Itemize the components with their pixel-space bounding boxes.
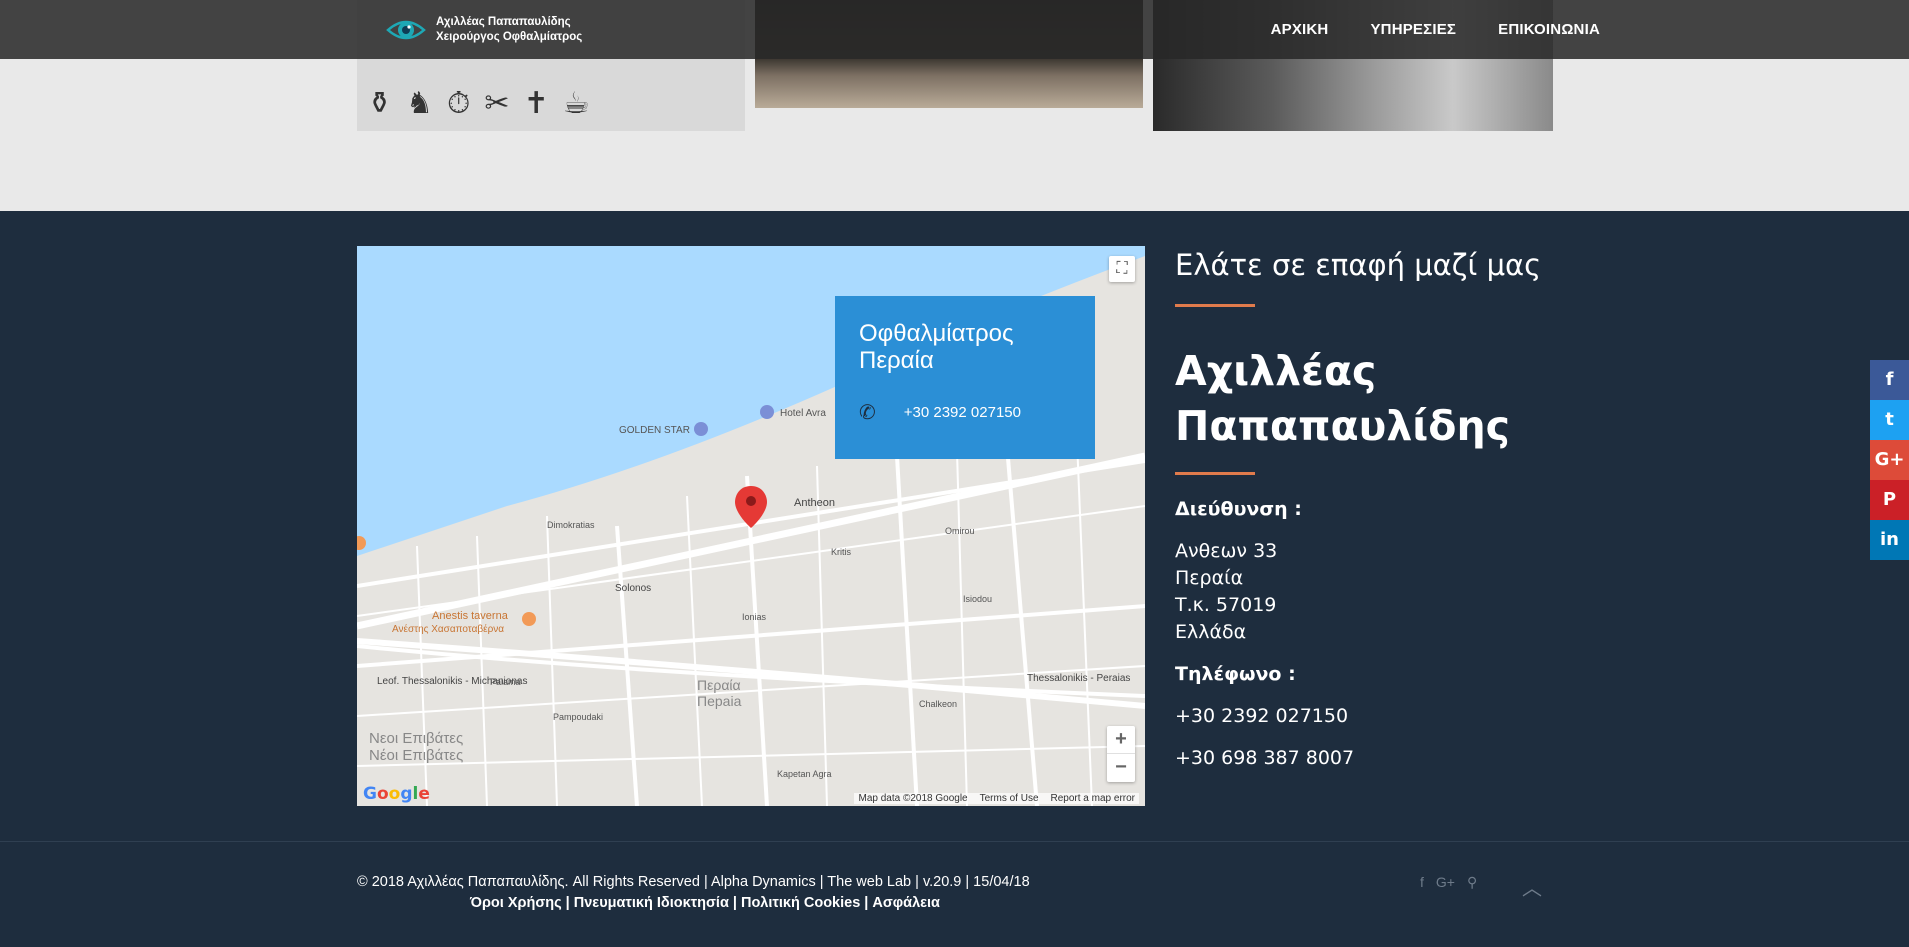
heading-divider [1175, 304, 1255, 307]
share-pinterest-icon[interactable]: P [1870, 480, 1909, 520]
phone-label: Τηλέφωνο : [1175, 663, 1296, 685]
map-label-neoi-epivates: Νεοι Επιβάτες [369, 730, 463, 747]
zoom-in-button[interactable]: + [1107, 726, 1135, 754]
brand-logo[interactable]: Αχιλλέας Παπαπαυλίδης Χειρούργος Οφθαλμί… [386, 14, 582, 46]
map-data-credit: Map data ©2018 Google [858, 793, 968, 804]
nav-contact[interactable]: ΕΠΙΚΟΙΝΩΝΙΑ [1498, 21, 1600, 38]
address-postcode: Τ.κ. 57019 [1175, 594, 1277, 616]
phone-icon: ✆ [859, 402, 876, 424]
map-label-golden-star: GOLDEN STAR [619, 425, 690, 436]
map-label-omirou: Omirou [945, 526, 975, 536]
location-pin-icon[interactable]: ⚲ [1467, 874, 1477, 891]
map-label-anestis-gr: Ανέστης Χασαποταβέρνα [392, 623, 504, 635]
contact-heading: Ελάτε σε επαφή μαζί μας [1175, 248, 1542, 282]
share-twitter-icon[interactable]: t [1870, 400, 1909, 440]
share-facebook-icon[interactable]: f [1870, 360, 1909, 400]
facebook-icon[interactable]: f [1420, 874, 1424, 891]
map-label-hotel-avra: Hotel Avra [780, 408, 826, 419]
phone-1[interactable]: +30 2392 027150 [1175, 703, 1348, 730]
map-label-dimokratias: Dimokratias [547, 520, 595, 530]
map-label-kapetan-agra: Kapetan Agra [777, 769, 832, 779]
copyright-text: © 2018 Αχιλλέας Παπαπαυλίδης. All Rights… [357, 874, 1030, 890]
address-city: Περαία [1175, 567, 1244, 589]
map-label-chalkeon: Chalkeon [919, 699, 957, 709]
info-box-phone[interactable]: ✆ +30 2392 027150 [859, 400, 1071, 425]
map-label-ionias: Ionias [742, 612, 767, 622]
zoom-out-button[interactable]: − [1107, 754, 1135, 782]
doctor-last-name: Παπαπαυλίδης [1175, 402, 1510, 450]
info-title-line1: Οφθαλμίατρος [859, 320, 1014, 347]
map-label-isiodou: Isiodou [963, 594, 992, 604]
info-title-line2: Περαία [859, 347, 934, 374]
nav-home[interactable]: ΑΡΧΙΚΗ [1271, 21, 1329, 38]
map-label-kritis: Kritis [831, 547, 851, 557]
address-street: Ανθεων 33 [1175, 540, 1278, 562]
report-map-error-link[interactable]: Report a map error [1051, 793, 1135, 804]
address-block: Ανθεων 33 Περαία Τ.κ. 57019 Ελλάδα [1175, 538, 1277, 646]
share-google-plus-icon[interactable]: G+ [1870, 440, 1909, 480]
info-phone-number: +30 2392 027150 [903, 404, 1021, 421]
brand-tagline: Χειρούργος Οφθαλμίατρος [436, 31, 583, 43]
terms-of-use-link[interactable]: Terms of Use [980, 793, 1039, 804]
map-label-peraia: Περαία [697, 677, 741, 693]
map-label-peraia-gr: Πepaia [697, 693, 742, 709]
zoom-control: + − [1107, 726, 1135, 782]
map-label-palama: Palama [490, 677, 521, 687]
share-bar: f t G+ P in [1870, 360, 1909, 560]
info-box-title: Οφθαλμίατρος Περαία [859, 320, 1071, 374]
map-label-solonos: Solonos [615, 583, 651, 594]
map-label-antheon: Antheon [794, 497, 835, 509]
navbar: Αχιλλέας Παπαπαυλίδης Χειρούργος Οφθαλμί… [0, 0, 1909, 59]
share-linkedin-icon[interactable]: in [1870, 520, 1909, 560]
main-nav: ΑΡΧΙΚΗ ΥΠΗΡΕΣΙΕΣ ΕΠΙΚΟΙΝΩΝΙΑ [1271, 0, 1600, 59]
footer-links[interactable]: Όροι Χρήσης | Πνευματική Ιδιοκτησία | Πο… [470, 895, 940, 911]
brand-name: Αχιλλέας Παπαπαυλίδης [436, 16, 571, 28]
google-plus-icon[interactable]: G+ [1436, 874, 1455, 891]
nav-services[interactable]: ΥΠΗΡΕΣΙΕΣ [1370, 21, 1456, 38]
doctor-first-name: Αχιλλέας [1175, 347, 1377, 395]
address-label: Διεύθυνση : [1175, 498, 1302, 520]
doctor-name: Αχιλλέας Παπαπαυλίδης [1175, 344, 1510, 454]
phone-2[interactable]: +30 698 387 8007 [1175, 745, 1354, 772]
map-label-pampoudaki: Pampoudaki [553, 712, 603, 722]
footer-bar: © 2018 Αχιλλέας Παπαπαυλίδης. All Rights… [0, 841, 1909, 947]
fullscreen-icon[interactable]: ⛶ [1109, 256, 1135, 282]
map-label-anestis: Anestis taverna [432, 610, 509, 622]
google-logo[interactable]: Google [363, 784, 430, 804]
eye-logo-icon [386, 14, 426, 46]
toys-illustration: ⚱♞⏱✂✝☕ [367, 86, 604, 121]
map-label-thess-peraias: Thessalonikis - Peraias [1027, 673, 1130, 684]
map-info-box: Οφθαλμίατρος Περαία ✆ +30 2392 027150 [835, 296, 1095, 459]
map-label-neoi-epivates-gr: Νέοι Επιβάτες [369, 747, 463, 764]
brand-text: Αχιλλέας Παπαπαυλίδης Χειρούργος Οφθαλμί… [436, 15, 582, 45]
name-divider [1175, 472, 1255, 475]
map-footer: Map data ©2018 Google Terms of Use Repor… [854, 793, 1139, 804]
footer-social-icons: f G+ ⚲ [1420, 874, 1477, 891]
back-to-top-icon[interactable]: ︿ [1522, 872, 1542, 901]
address-country: Ελλάδα [1175, 621, 1247, 643]
